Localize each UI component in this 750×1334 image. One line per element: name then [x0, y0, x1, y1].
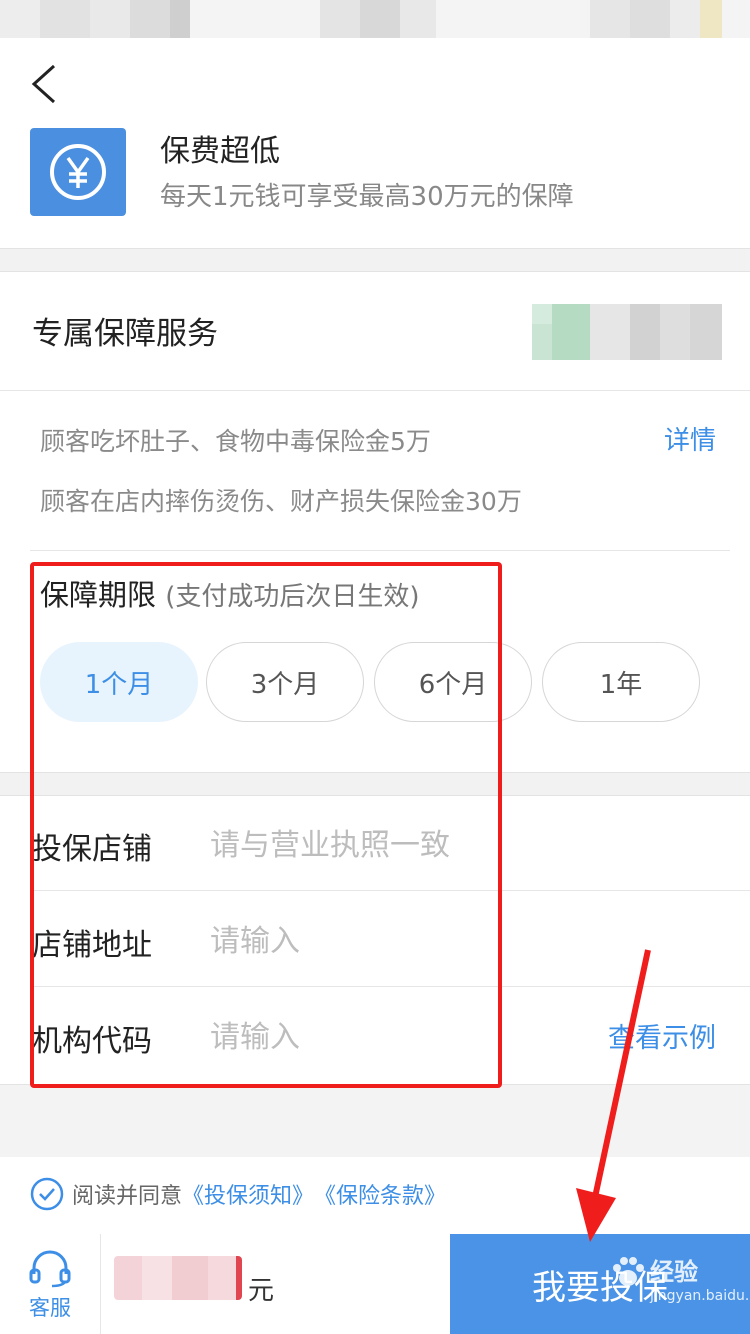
feature-subtitle: 每天1元钱可享受最高30万元的保障	[160, 182, 574, 212]
coverage-item: 顾客在店内摔伤烫伤、财产损失保险金30万	[40, 487, 522, 516]
back-button[interactable]	[28, 62, 68, 110]
status-bar	[0, 0, 750, 38]
period-label: 保障期限 (支付成功后次日生效)	[40, 572, 420, 614]
currency-unit: 元	[248, 1276, 275, 1306]
divider	[30, 550, 730, 551]
period-option-1-year[interactable]: 1年	[542, 642, 700, 722]
divider	[100, 1234, 101, 1334]
section-divider	[0, 772, 750, 796]
shop-address-input[interactable]	[210, 916, 590, 966]
period-option-3-months[interactable]: 3个月	[206, 642, 364, 722]
period-option-6-months[interactable]: 6个月	[374, 642, 532, 722]
yen-circle-icon	[30, 128, 126, 216]
details-link[interactable]: 详情	[664, 420, 716, 457]
insurance-terms-link[interactable]: 《保险条款》	[314, 1178, 446, 1210]
shop-name-input[interactable]	[210, 820, 590, 870]
period-option-1-month[interactable]: 1个月	[40, 642, 198, 722]
org-code-label: 机构代码	[32, 1024, 152, 1059]
customer-service-button[interactable]: 客服	[20, 1250, 80, 1322]
service-title: 专属保障服务	[32, 316, 218, 352]
period-label-text: 保障期限	[40, 578, 157, 612]
service-logo-blurred	[532, 304, 722, 360]
agreement-prefix: 阅读并同意	[72, 1184, 183, 1209]
shop-name-label: 投保店铺	[32, 832, 152, 867]
agreement-row: 阅读并同意 《投保须知》 《保险条款》	[30, 1176, 446, 1212]
customer-service-label: 客服	[29, 1296, 71, 1320]
chevron-left-icon	[31, 64, 56, 104]
buy-insurance-button[interactable]: 我要投保	[450, 1234, 750, 1334]
feature-title: 保费超低	[160, 134, 280, 169]
spacer-area	[0, 1084, 750, 1157]
divider	[30, 986, 750, 987]
period-note: (支付成功后次日生效)	[165, 582, 420, 612]
coverage-item: 顾客吃坏肚子、食物中毒保险金5万	[40, 427, 431, 456]
view-example-link[interactable]: 查看示例	[608, 1016, 716, 1055]
org-code-input[interactable]	[210, 1012, 570, 1062]
headset-icon	[29, 1250, 71, 1288]
price-amount-blurred	[114, 1256, 242, 1300]
divider	[0, 390, 750, 391]
shop-address-label: 店铺地址	[32, 928, 152, 963]
check-circle-icon[interactable]	[30, 1177, 64, 1211]
insurance-notice-link[interactable]: 《投保须知》	[182, 1178, 314, 1210]
section-divider	[0, 248, 750, 272]
divider	[30, 890, 750, 891]
